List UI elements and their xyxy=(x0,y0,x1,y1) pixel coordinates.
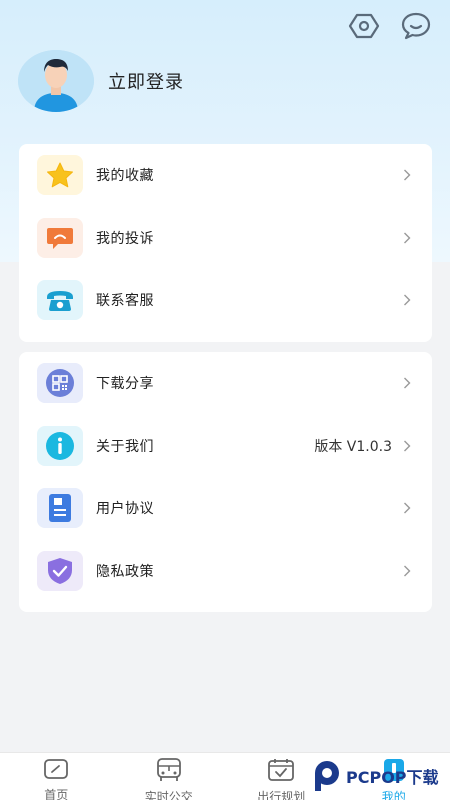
menu-item-label: 我的收藏 xyxy=(96,168,154,185)
calendar-check-icon xyxy=(267,758,295,782)
menu-card-secondary: 下载分享 关于我们 版本 V1.0.3 用户协议 隐私政策 xyxy=(19,352,432,612)
document-icon xyxy=(37,488,83,529)
menu-item-label: 用户协议 xyxy=(96,501,154,518)
watermark: PCPOP下载 xyxy=(312,756,439,796)
home-icon xyxy=(42,758,70,780)
menu-item-download-share[interactable]: 下载分享 xyxy=(19,352,432,415)
menu-item-label: 联系客服 xyxy=(96,293,154,310)
menu-item-label: 关于我们 xyxy=(96,438,154,455)
profile-login-area[interactable]: 立即登录 xyxy=(18,50,184,112)
nav-label: 实时公交 xyxy=(144,790,193,800)
version-text: 版本 V1.0.3 xyxy=(314,438,392,455)
watermark-text: PCPOP下载 xyxy=(346,768,439,787)
chevron-right-icon xyxy=(402,168,412,182)
menu-item-label: 我的投诉 xyxy=(96,230,154,247)
menu-item-complaint[interactable]: 我的投诉 xyxy=(19,207,432,270)
chevron-right-icon xyxy=(402,501,412,515)
top-icon-bar xyxy=(348,10,432,42)
info-icon xyxy=(37,425,83,466)
nav-label: 出行规划 xyxy=(257,790,306,800)
message-icon[interactable] xyxy=(400,10,432,42)
menu-item-about-us[interactable]: 关于我们 版本 V1.0.3 xyxy=(19,415,432,478)
chevron-right-icon xyxy=(402,564,412,578)
login-link[interactable]: 立即登录 xyxy=(108,68,184,94)
menu-item-customer-service[interactable]: 联系客服 xyxy=(19,269,432,332)
nav-tab-home[interactable]: 首页 xyxy=(0,753,113,800)
menu-item-favorites[interactable]: 我的收藏 xyxy=(19,144,432,207)
shield-icon xyxy=(37,550,83,591)
chevron-right-icon xyxy=(402,376,412,390)
avatar[interactable] xyxy=(18,50,94,112)
qrcode-icon xyxy=(37,363,83,404)
chevron-right-icon xyxy=(402,293,412,307)
settings-hex-icon[interactable] xyxy=(348,10,380,42)
menu-item-label: 下载分享 xyxy=(96,376,154,393)
phone-icon xyxy=(37,280,83,321)
nav-tab-realtime-bus[interactable]: 实时公交 xyxy=(113,753,226,800)
menu-item-label: 隐私政策 xyxy=(96,563,154,580)
menu-card-primary: 我的收藏 我的投诉 联系客服 xyxy=(19,144,432,342)
nav-label: 首页 xyxy=(44,788,69,800)
pcpop-logo-icon xyxy=(315,761,339,791)
star-icon xyxy=(37,155,83,196)
menu-item-privacy-policy[interactable]: 隐私政策 xyxy=(19,540,432,603)
bus-icon xyxy=(155,758,183,782)
chevron-right-icon xyxy=(402,231,412,245)
chevron-right-icon xyxy=(402,439,412,453)
complaint-icon xyxy=(37,217,83,258)
menu-item-user-agreement[interactable]: 用户协议 xyxy=(19,477,432,540)
